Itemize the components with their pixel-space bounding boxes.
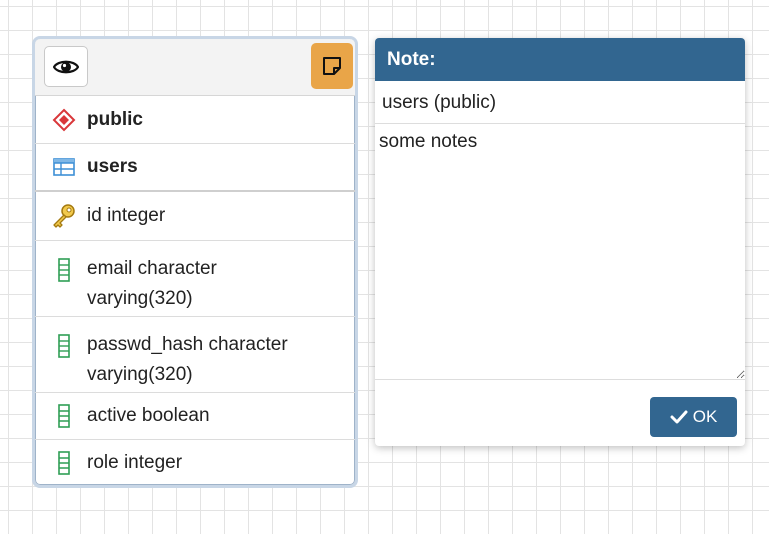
eye-icon: [53, 60, 79, 73]
primary-key-icon: [51, 204, 77, 228]
column-row: id integer: [35, 192, 355, 241]
column-icon: [51, 404, 77, 428]
toggle-details-button[interactable]: [44, 46, 88, 87]
schema-label: public: [87, 108, 143, 130]
checkmark-icon: [670, 410, 688, 424]
column-label: role integer: [87, 452, 183, 473]
ok-button[interactable]: OK: [650, 397, 737, 437]
column-icon: [51, 451, 77, 475]
node-toolbar: [35, 39, 355, 96]
ok-button-label: OK: [692, 407, 718, 426]
column-icon: [51, 258, 77, 282]
table-name-label: users: [87, 156, 138, 177]
note-dialog-subtitle: users (public): [375, 81, 745, 124]
sticky-note-icon: [323, 57, 341, 75]
note-textarea[interactable]: some notes: [375, 124, 745, 380]
column-label: passwd_hash character varying(320): [87, 334, 288, 385]
note-dialog: Note: users (public) some notes OK: [375, 38, 745, 446]
table-node[interactable]: public users id integer email character …: [32, 36, 358, 488]
table-title-row: users: [35, 144, 355, 192]
column-row: active boolean: [35, 393, 355, 440]
column-row: passwd_hash character varying(320): [35, 317, 355, 393]
column-label: email character varying(320): [87, 258, 217, 309]
column-label: active boolean: [87, 405, 210, 426]
column-icon: [51, 334, 77, 358]
column-row: role integer: [35, 440, 355, 485]
schema-diamond-icon: [51, 108, 77, 132]
column-row: email character varying(320): [35, 241, 355, 317]
column-label: id integer: [87, 205, 166, 226]
note-dialog-title: Note:: [375, 38, 745, 81]
note-dialog-footer: OK: [375, 380, 745, 446]
table-icon: [51, 155, 77, 179]
note-button[interactable]: [311, 43, 353, 89]
schema-row: public: [35, 96, 355, 144]
